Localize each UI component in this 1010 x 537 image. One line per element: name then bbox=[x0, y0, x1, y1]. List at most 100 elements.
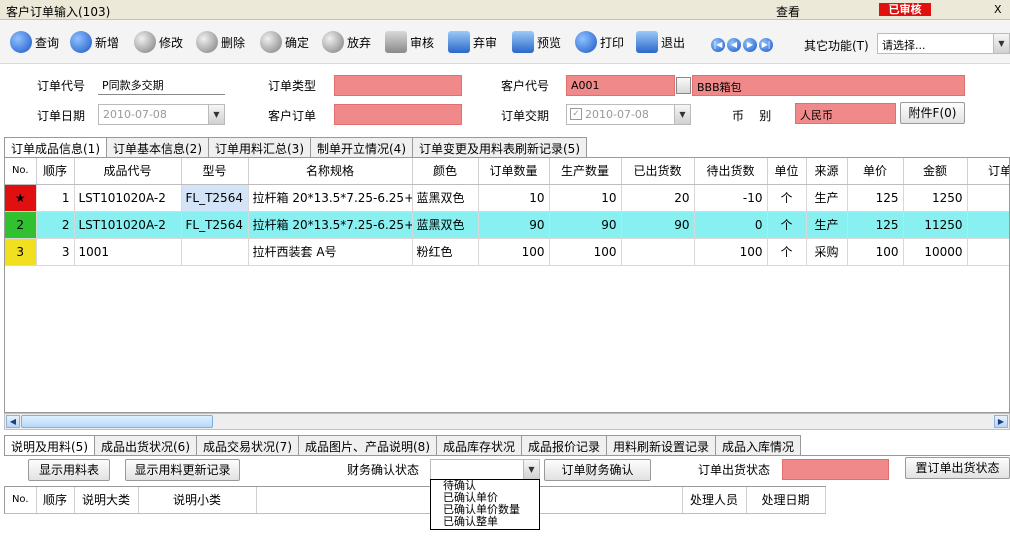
horizontal-scrollbar[interactable]: ◀ ▶ bbox=[4, 413, 1010, 430]
close-button[interactable]: X bbox=[994, 3, 1002, 16]
cell-model[interactable] bbox=[181, 238, 249, 266]
add-button[interactable]: 新增 bbox=[70, 30, 119, 54]
set-ship-status-button[interactable]: 置订单出货状态 bbox=[905, 457, 1010, 479]
cell-seq[interactable]: 3 bbox=[36, 238, 75, 266]
cell-source[interactable]: 采购 bbox=[806, 238, 848, 266]
show-bom-updates-button[interactable]: 显示用料更新记录 bbox=[125, 459, 240, 481]
order-date-field[interactable]: 2010-07-08 ▼ bbox=[98, 104, 225, 125]
col-seq[interactable]: 顺序 bbox=[36, 158, 75, 185]
tab-refresh-settings[interactable]: 用料刷新设置记录 bbox=[606, 435, 717, 455]
cell-qty[interactable]: 100 bbox=[478, 238, 550, 266]
cell-name[interactable]: 拉杆箱 20*13.5*7.25-6.25+3 bbox=[248, 184, 413, 212]
col-no[interactable]: No. bbox=[5, 158, 37, 185]
unreview-button[interactable]: 弃审 bbox=[448, 30, 497, 54]
cell-color[interactable]: 蓝黑双色 bbox=[412, 184, 479, 212]
tab-product-images[interactable]: 成品图片、产品说明(8) bbox=[298, 435, 437, 455]
cell-source[interactable]: 生产 bbox=[806, 211, 848, 239]
last-record-icon[interactable]: ▶| bbox=[759, 38, 773, 52]
cell-extra[interactable] bbox=[967, 238, 1009, 266]
attachment-button[interactable]: 附件F(0) bbox=[900, 102, 965, 124]
cell-name[interactable]: 拉杆西装套 A号 bbox=[248, 238, 413, 266]
cell-qty[interactable]: 90 bbox=[478, 211, 550, 239]
col-amount[interactable]: 金额 bbox=[903, 158, 968, 185]
tab-change-records[interactable]: 订单变更及用料表刷新记录(5) bbox=[412, 137, 587, 157]
cell-code[interactable]: 1001 bbox=[74, 238, 182, 266]
scroll-thumb[interactable] bbox=[21, 415, 213, 428]
table-row[interactable]: ★ 1 LST101020A-2 FL_T2564 拉杆箱 20*13.5*7.… bbox=[5, 184, 1009, 212]
col-order-count[interactable]: 订单数 bbox=[967, 158, 1009, 185]
col-category[interactable]: 说明大类 bbox=[74, 487, 139, 514]
preview-button[interactable]: 预览 bbox=[512, 30, 561, 54]
cell-color[interactable]: 粉红色 bbox=[412, 238, 479, 266]
tab-notes-materials[interactable]: 说明及用料(5) bbox=[4, 435, 95, 455]
tab-warehouse-in[interactable]: 成品入库情况 bbox=[715, 435, 802, 455]
cell-prod[interactable]: 100 bbox=[549, 238, 622, 266]
exit-button[interactable]: 退出 bbox=[636, 30, 685, 54]
customer-code-field[interactable]: A001 bbox=[566, 75, 675, 96]
col-source[interactable]: 来源 bbox=[806, 158, 848, 185]
col-color[interactable]: 颜色 bbox=[412, 158, 479, 185]
table-row[interactable]: 2 2 LST101020A-2 FL_T2564 拉杆箱 20*13.5*7.… bbox=[5, 211, 1009, 239]
tab-order-products[interactable]: 订单成品信息(1) bbox=[4, 137, 107, 157]
col-product-code[interactable]: 成品代号 bbox=[74, 158, 182, 185]
cell-price[interactable]: 125 bbox=[847, 184, 904, 212]
tab-order-basic[interactable]: 订单基本信息(2) bbox=[106, 137, 209, 157]
finance-status-select[interactable]: ▼ bbox=[430, 459, 540, 480]
delete-button[interactable]: 删除 bbox=[196, 30, 245, 54]
col-shipped-qty[interactable]: 已出货数 bbox=[621, 158, 695, 185]
review-button[interactable]: 审核 bbox=[385, 30, 434, 54]
abandon-button[interactable]: 放弃 bbox=[322, 30, 371, 54]
col-unit[interactable]: 单位 bbox=[767, 158, 807, 185]
tab-material-summary[interactable]: 订单用料汇总(3) bbox=[208, 137, 311, 157]
first-record-icon[interactable]: |◀ bbox=[711, 38, 725, 52]
next-record-icon[interactable]: ▶ bbox=[743, 38, 757, 52]
cell-model[interactable]: FL_T2564 bbox=[181, 211, 249, 239]
prev-record-icon[interactable]: ◀ bbox=[727, 38, 741, 52]
customer-order-field[interactable] bbox=[334, 104, 462, 125]
tab-shipping-status[interactable]: 成品出货状况(6) bbox=[94, 435, 197, 455]
col-production-qty[interactable]: 生产数量 bbox=[549, 158, 622, 185]
col-name-spec[interactable]: 名称规格 bbox=[248, 158, 413, 185]
col-no[interactable]: No. bbox=[5, 487, 37, 514]
cell-shipped[interactable]: 20 bbox=[621, 184, 695, 212]
table-row[interactable]: 3 3 1001 拉杆西装套 A号 粉红色 100 100 100 个 采购 1… bbox=[5, 238, 1009, 266]
scroll-right-icon[interactable]: ▶ bbox=[994, 415, 1008, 428]
cell-model[interactable]: FL_T2564 bbox=[181, 184, 249, 212]
cell-pending[interactable]: 0 bbox=[694, 211, 768, 239]
col-handle-date[interactable]: 处理日期 bbox=[746, 487, 826, 514]
query-button[interactable]: 查询 bbox=[10, 30, 59, 54]
col-handler[interactable]: 处理人员 bbox=[682, 487, 747, 514]
finance-status-dropdown[interactable]: 待确认 已确认单价 已确认单价数量 已确认整单 bbox=[430, 479, 540, 530]
cell-unit[interactable]: 个 bbox=[767, 184, 807, 212]
cell-prod[interactable]: 90 bbox=[549, 211, 622, 239]
cell-unit[interactable]: 个 bbox=[767, 238, 807, 266]
tab-production-orders[interactable]: 制单开立情况(4) bbox=[310, 137, 413, 157]
finance-confirm-button[interactable]: 订单财务确认 bbox=[544, 459, 651, 481]
cell-amount[interactable]: 11250 bbox=[903, 211, 968, 239]
confirm-button[interactable]: 确定 bbox=[260, 30, 309, 54]
tab-quotes[interactable]: 成品报价记录 bbox=[521, 435, 608, 455]
cell-shipped[interactable]: 90 bbox=[621, 211, 695, 239]
cell-extra[interactable] bbox=[967, 211, 1009, 239]
scroll-left-icon[interactable]: ◀ bbox=[6, 415, 20, 428]
cell-seq[interactable]: 1 bbox=[36, 184, 75, 212]
cell-code[interactable]: LST101020A-2 bbox=[74, 184, 182, 212]
order-code-field[interactable]: P同款多交期 bbox=[98, 74, 225, 95]
cell-code[interactable]: LST101020A-2 bbox=[74, 211, 182, 239]
cell-seq[interactable]: 2 bbox=[36, 211, 75, 239]
cell-amount[interactable]: 10000 bbox=[903, 238, 968, 266]
cell-pending[interactable]: -10 bbox=[694, 184, 768, 212]
currency-field[interactable]: 人民币 bbox=[795, 103, 896, 124]
col-subcategory[interactable]: 说明小类 bbox=[138, 487, 257, 514]
cell-prod[interactable]: 10 bbox=[549, 184, 622, 212]
cell-price[interactable]: 100 bbox=[847, 238, 904, 266]
tab-trade-status[interactable]: 成品交易状况(7) bbox=[196, 435, 299, 455]
tab-inventory[interactable]: 成品库存状况 bbox=[436, 435, 523, 455]
col-order-qty[interactable]: 订单数量 bbox=[478, 158, 550, 185]
show-bom-button[interactable]: 显示用料表 bbox=[28, 459, 110, 481]
print-button[interactable]: 打印 bbox=[575, 30, 624, 54]
cell-extra[interactable] bbox=[967, 184, 1009, 212]
cell-price[interactable]: 125 bbox=[847, 211, 904, 239]
col-pending-qty[interactable]: 待出货数 bbox=[694, 158, 768, 185]
cell-qty[interactable]: 10 bbox=[478, 184, 550, 212]
